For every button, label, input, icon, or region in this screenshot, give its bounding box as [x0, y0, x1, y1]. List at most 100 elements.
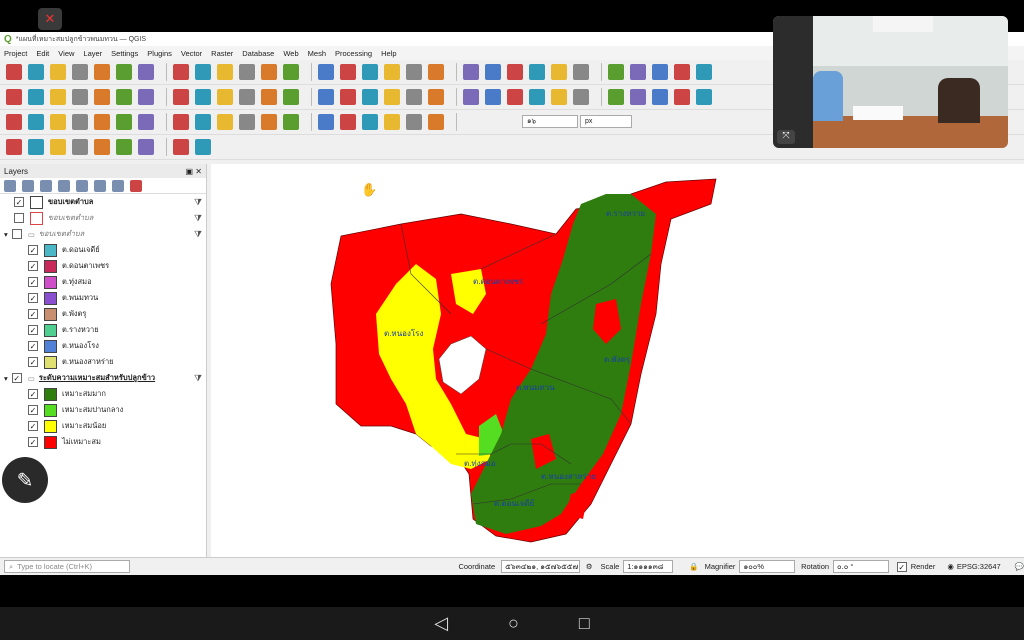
render-checkbox[interactable]: ✓ [896, 561, 907, 572]
advanced-tool-icon[interactable] [340, 114, 356, 130]
advanced-tool-icon[interactable] [94, 114, 110, 130]
map-canvas[interactable]: ต.รางหวาย ต.ดอนตาเพชร ต.หนองโรง ต.พังตรุ… [211, 164, 1024, 575]
digitize-tool-icon[interactable] [630, 89, 646, 105]
remove-layer-icon[interactable] [130, 179, 142, 192]
project-tool-icon[interactable] [50, 64, 66, 80]
project-tool-icon[interactable] [696, 64, 712, 80]
label-tool-icon[interactable] [28, 139, 44, 155]
layer-checkbox[interactable]: ✓ [28, 389, 38, 399]
digitize-tool-icon[interactable] [138, 89, 154, 105]
expand-arrow-icon[interactable]: ▾ [4, 374, 8, 383]
project-tool-icon[interactable] [674, 64, 690, 80]
layer-checkbox[interactable]: ✓ [28, 405, 38, 415]
mute-mic-icon[interactable]: ✕ [38, 8, 62, 30]
open-style-icon[interactable] [4, 179, 16, 192]
layer-item[interactable]: ✓ ขอบเขตตำบล ⧩ [0, 194, 206, 210]
project-tool-icon[interactable] [652, 64, 668, 80]
project-tool-icon[interactable] [6, 64, 22, 80]
digitize-tool-icon[interactable] [601, 88, 602, 106]
digitize-tool-icon[interactable] [551, 89, 567, 105]
collapse-all-icon[interactable] [112, 179, 124, 192]
layer-item[interactable]: ✓ ต.ดอนเจดีย์ [0, 242, 206, 258]
edit-pencil-icon[interactable]: ✎ [2, 457, 48, 503]
digitize-tool-icon[interactable] [652, 89, 668, 105]
digitize-tool-icon[interactable] [456, 88, 457, 106]
menu-settings[interactable]: Settings [111, 49, 138, 58]
digitize-tool-icon[interactable] [573, 89, 589, 105]
expand-arrow-icon[interactable]: ▾ [4, 230, 8, 239]
menu-project[interactable]: Project [4, 49, 27, 58]
advanced-tool-icon[interactable] [195, 114, 211, 130]
digitize-tool-icon[interactable] [318, 89, 334, 105]
advanced-tool-icon[interactable] [456, 113, 457, 131]
filter-icon[interactable]: ⧩ [194, 197, 202, 208]
rotation-field[interactable]: ๐.๐ ° [833, 560, 889, 573]
digitize-tool-icon[interactable] [362, 89, 378, 105]
project-tool-icon[interactable] [28, 64, 44, 80]
digitize-tool-icon[interactable] [311, 88, 312, 106]
project-tool-icon[interactable] [311, 63, 312, 81]
advanced-tool-icon[interactable] [406, 114, 422, 130]
filter-expr-icon[interactable] [76, 179, 88, 192]
project-tool-icon[interactable] [239, 64, 255, 80]
layer-item[interactable]: ✓ ต.ทุ่งสมอ [0, 274, 206, 290]
layer-checkbox[interactable]: ✓ [28, 437, 38, 447]
filter-icon[interactable]: ⧩ [194, 213, 202, 224]
digitize-tool-icon[interactable] [261, 89, 277, 105]
digitize-tool-icon[interactable] [116, 89, 132, 105]
layer-checkbox[interactable]: ✓ [28, 277, 38, 287]
advanced-tool-icon[interactable] [28, 114, 44, 130]
locate-search-input[interactable]: ⌕ Type to locate (Ctrl+K) [4, 560, 131, 573]
project-tool-icon[interactable] [551, 64, 567, 80]
filter-icon[interactable]: ⧩ [194, 373, 202, 384]
advanced-tool-icon[interactable] [318, 114, 334, 130]
project-tool-icon[interactable] [463, 64, 479, 80]
menu-vector[interactable]: Vector [181, 49, 202, 58]
scale-field[interactable]: 1:๑๑๑๑๓๘ [623, 560, 674, 573]
advanced-tool-icon[interactable] [428, 114, 444, 130]
project-tool-icon[interactable] [529, 64, 545, 80]
menu-help[interactable]: Help [381, 49, 396, 58]
project-tool-icon[interactable] [362, 64, 378, 80]
crs-label[interactable]: EPSG:32647 [957, 562, 1001, 571]
advanced-tool-icon[interactable] [116, 114, 132, 130]
project-tool-icon[interactable] [173, 64, 189, 80]
layer-checkbox[interactable]: ✓ [28, 341, 38, 351]
project-tool-icon[interactable] [406, 64, 422, 80]
digitize-tool-icon[interactable] [195, 89, 211, 105]
layer-item[interactable]: ▾ ▭ ขอบเขตตำบล ⧩ [0, 226, 206, 242]
advanced-tool-icon[interactable] [283, 114, 299, 130]
digitize-tool-icon[interactable] [406, 89, 422, 105]
project-tool-icon[interactable] [72, 64, 88, 80]
digitize-tool-icon[interactable] [173, 89, 189, 105]
layer-checkbox[interactable]: ✓ [28, 325, 38, 335]
filter-icon[interactable] [58, 179, 70, 192]
layer-checkbox[interactable] [11, 229, 22, 239]
digitize-tool-icon[interactable] [166, 88, 167, 106]
layer-item[interactable]: ✓ ต.หนองโรง [0, 338, 206, 354]
advanced-tool-icon[interactable] [166, 113, 167, 131]
advanced-tool-icon[interactable] [261, 114, 277, 130]
project-tool-icon[interactable] [630, 64, 646, 80]
layer-item[interactable]: ✓ ต.รางหวาย [0, 322, 206, 338]
project-tool-icon[interactable] [261, 64, 277, 80]
add-group-icon[interactable] [22, 179, 34, 192]
layer-checkbox[interactable]: ✓ [14, 197, 24, 207]
advanced-tool-icon[interactable] [138, 114, 154, 130]
label-tool-icon[interactable] [116, 139, 132, 155]
layer-item[interactable]: ✓ เหมาะสมปานกลาง [0, 402, 206, 418]
menu-database[interactable]: Database [242, 49, 274, 58]
project-tool-icon[interactable] [138, 64, 154, 80]
digitize-tool-icon[interactable] [384, 89, 400, 105]
layer-item[interactable]: ✓ ต.พังตรุ [0, 306, 206, 322]
home-icon[interactable]: ○ [508, 613, 519, 634]
digitize-tool-icon[interactable] [463, 89, 479, 105]
coordinate-field[interactable]: ๕๖๓๔๒๑, ๑๕๗๖๕๕๗ [501, 560, 580, 573]
layer-item[interactable]: ✓ ต.หนองสาหร่าย [0, 354, 206, 370]
label-tool-icon[interactable] [94, 139, 110, 155]
layer-item[interactable]: ✓ ไม่เหมาะสม [0, 434, 206, 450]
menu-mesh[interactable]: Mesh [308, 49, 326, 58]
project-tool-icon[interactable] [601, 63, 602, 81]
menu-processing[interactable]: Processing [335, 49, 372, 58]
unit-select[interactable]: px [580, 115, 632, 128]
